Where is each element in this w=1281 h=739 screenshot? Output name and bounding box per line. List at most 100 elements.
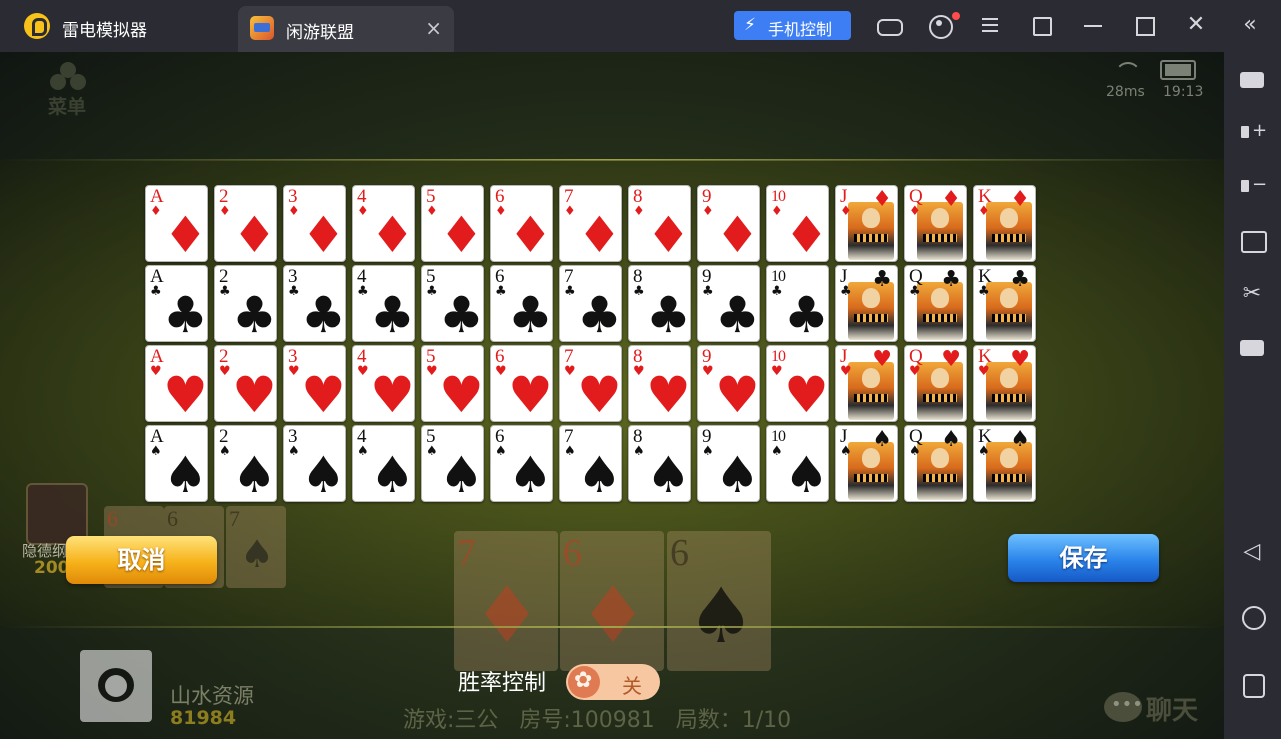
card-option[interactable]: 6 ♣ ♣ bbox=[490, 265, 553, 342]
card-option[interactable]: 4 ♠ ♠ bbox=[352, 425, 415, 502]
more-icon[interactable] bbox=[1238, 334, 1266, 362]
keyboard-icon[interactable] bbox=[1238, 66, 1266, 94]
card-option[interactable]: K ♦ ♦ bbox=[973, 185, 1036, 262]
card-suit-small-icon: ♣ bbox=[150, 284, 162, 299]
card-option[interactable]: 9 ♦ ♦ bbox=[697, 185, 760, 262]
card-option[interactable]: 6 ♥ ♥ bbox=[490, 345, 553, 422]
card-suit-icon: ♣ bbox=[370, 286, 415, 342]
card-option[interactable]: Q ♠ ♠ bbox=[904, 425, 967, 502]
card-option[interactable]: 5 ♠ ♠ bbox=[421, 425, 484, 502]
card-suit-small-icon: ♥ bbox=[978, 364, 990, 379]
club-icon bbox=[50, 62, 86, 96]
card-option[interactable]: 2 ♥ ♥ bbox=[214, 345, 277, 422]
card-option[interactable]: 2 ♣ ♣ bbox=[214, 265, 277, 342]
card-suit-small-icon: ♦ bbox=[978, 204, 990, 219]
win-rate-toggle[interactable]: 关 bbox=[566, 664, 660, 700]
center-hand-card-rank: 7 bbox=[457, 532, 476, 574]
card-option[interactable]: J ♣ ♣ bbox=[835, 265, 898, 342]
tab-game[interactable]: 闲游联盟 × bbox=[238, 6, 454, 52]
chat-button[interactable]: 聊天 bbox=[1146, 690, 1198, 727]
center-hand-card-rank: 6 bbox=[670, 532, 689, 574]
card-suit-icon: ♥ bbox=[646, 366, 691, 422]
shrink-icon[interactable] bbox=[1028, 12, 1054, 38]
card-option[interactable]: 5 ♣ ♣ bbox=[421, 265, 484, 342]
card-suit-small-icon: ♥ bbox=[219, 364, 231, 379]
card-option[interactable]: Q ♥ ♥ bbox=[904, 345, 967, 422]
card-option[interactable]: J ♠ ♠ bbox=[835, 425, 898, 502]
card-option[interactable]: 3 ♦ ♦ bbox=[283, 185, 346, 262]
card-suit-icon: ♥ bbox=[508, 366, 553, 422]
screenshot-icon[interactable] bbox=[1238, 226, 1267, 254]
card-option[interactable]: 6 ♠ ♠ bbox=[490, 425, 553, 502]
card-option[interactable]: 5 ♦ ♦ bbox=[421, 185, 484, 262]
chat-bubble-icon[interactable] bbox=[1104, 692, 1143, 722]
card-suit-icon: ♦ bbox=[872, 187, 892, 212]
volume-down-icon[interactable] bbox=[1238, 172, 1267, 200]
card-suit-icon: ♠ bbox=[1010, 427, 1030, 452]
card-option[interactable]: 6 ♦ ♦ bbox=[490, 185, 553, 262]
card-option[interactable]: 2 ♦ ♦ bbox=[214, 185, 277, 262]
card-option[interactable]: 7 ♦ ♦ bbox=[559, 185, 622, 262]
card-option[interactable]: 3 ♠ ♠ bbox=[283, 425, 346, 502]
card-option[interactable]: J ♦ ♦ bbox=[835, 185, 898, 262]
card-option[interactable]: A ♦ ♦ bbox=[145, 185, 208, 262]
card-option[interactable]: 5 ♥ ♥ bbox=[421, 345, 484, 422]
card-suit-icon: ♦ bbox=[301, 206, 346, 262]
card-option[interactable]: 7 ♣ ♣ bbox=[559, 265, 622, 342]
card-option[interactable]: 10 ♥ ♥ bbox=[766, 345, 829, 422]
maximize-icon[interactable] bbox=[1131, 12, 1157, 38]
menu-icon[interactable] bbox=[977, 12, 1003, 38]
card-option[interactable]: 8 ♣ ♣ bbox=[628, 265, 691, 342]
game-menu-label: 菜单 bbox=[48, 96, 87, 118]
card-option[interactable]: 4 ♣ ♣ bbox=[352, 265, 415, 342]
card-option[interactable]: 3 ♥ ♥ bbox=[283, 345, 346, 422]
gamepad-icon[interactable] bbox=[875, 12, 903, 38]
card-option[interactable]: 8 ♦ ♦ bbox=[628, 185, 691, 262]
card-suit-small-icon: ♥ bbox=[771, 364, 783, 379]
card-option[interactable]: 9 ♥ ♥ bbox=[697, 345, 760, 422]
cancel-button[interactable]: 取消 bbox=[66, 536, 217, 584]
card-option[interactable]: 7 ♠ ♠ bbox=[559, 425, 622, 502]
card-suit-icon: ♦ bbox=[577, 206, 622, 262]
account-icon[interactable] bbox=[926, 12, 953, 39]
card-suit-icon: ♣ bbox=[1010, 267, 1030, 292]
card-option[interactable]: 2 ♠ ♠ bbox=[214, 425, 277, 502]
volume-up-icon[interactable] bbox=[1238, 118, 1267, 146]
card-option[interactable]: A ♠ ♠ bbox=[145, 425, 208, 502]
card-suit-small-icon: ♦ bbox=[426, 204, 438, 219]
card-option[interactable]: J ♥ ♥ bbox=[835, 345, 898, 422]
card-suit-small-icon: ♠ bbox=[426, 444, 438, 459]
save-button[interactable]: 保存 bbox=[1008, 534, 1159, 582]
card-option[interactable]: 9 ♣ ♣ bbox=[697, 265, 760, 342]
phone-control-button[interactable]: ⚡ 手机控制 bbox=[734, 11, 851, 40]
tab-close-icon[interactable]: × bbox=[425, 16, 442, 40]
recent-apps-icon[interactable] bbox=[1238, 670, 1266, 698]
back-icon[interactable]: ◁ bbox=[1238, 538, 1266, 566]
card-option[interactable]: A ♣ ♣ bbox=[145, 265, 208, 342]
game-menu-button[interactable]: 菜单 bbox=[46, 62, 90, 118]
card-option[interactable]: K ♥ ♥ bbox=[973, 345, 1036, 422]
scissors-icon[interactable]: ✂ bbox=[1238, 280, 1266, 308]
card-option[interactable]: Q ♦ ♦ bbox=[904, 185, 967, 262]
card-option[interactable]: K ♠ ♠ bbox=[973, 425, 1036, 502]
card-option[interactable]: K ♣ ♣ bbox=[973, 265, 1036, 342]
card-option[interactable]: 9 ♠ ♠ bbox=[697, 425, 760, 502]
card-option[interactable]: 10 ♦ ♦ bbox=[766, 185, 829, 262]
card-option[interactable]: 4 ♦ ♦ bbox=[352, 185, 415, 262]
card-suit-small-icon: ♠ bbox=[288, 444, 300, 459]
card-option[interactable]: 8 ♥ ♥ bbox=[628, 345, 691, 422]
card-option[interactable]: 3 ♣ ♣ bbox=[283, 265, 346, 342]
card-suit-small-icon: ♦ bbox=[357, 204, 369, 219]
card-option[interactable]: A ♥ ♥ bbox=[145, 345, 208, 422]
home-icon[interactable] bbox=[1238, 602, 1266, 630]
collapse-sidebar-icon[interactable]: « bbox=[1237, 12, 1263, 38]
card-option[interactable]: Q ♣ ♣ bbox=[904, 265, 967, 342]
card-option[interactable]: 8 ♠ ♠ bbox=[628, 425, 691, 502]
card-option[interactable]: 10 ♣ ♣ bbox=[766, 265, 829, 342]
card-suit-small-icon: ♣ bbox=[219, 284, 231, 299]
close-icon[interactable]: ✕ bbox=[1183, 12, 1209, 38]
card-option[interactable]: 4 ♥ ♥ bbox=[352, 345, 415, 422]
card-option[interactable]: 10 ♠ ♠ bbox=[766, 425, 829, 502]
card-option[interactable]: 7 ♥ ♥ bbox=[559, 345, 622, 422]
minimize-icon[interactable] bbox=[1080, 12, 1106, 38]
